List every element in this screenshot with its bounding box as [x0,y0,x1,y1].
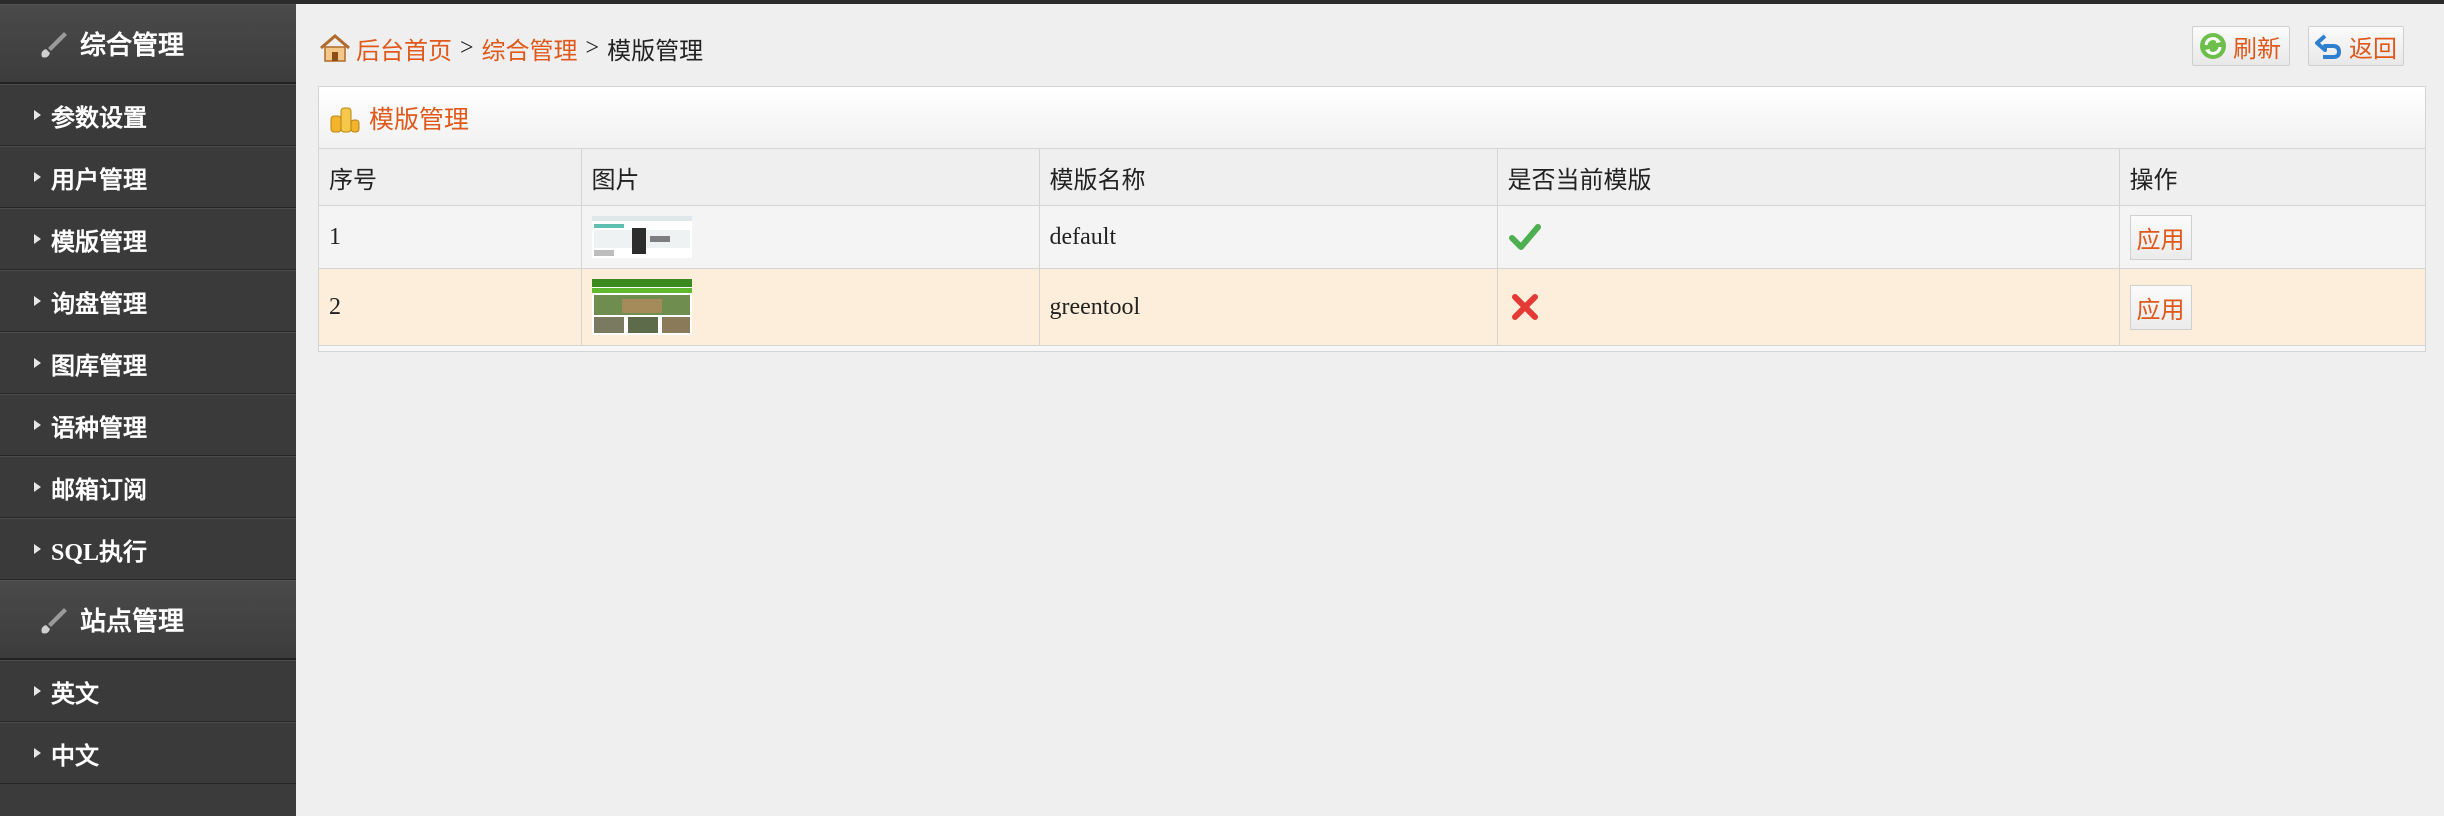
sidebar-item-label: 用户管理 [51,167,147,194]
refresh-label: 刷新 [2233,36,2281,63]
sidebar-section-sites[interactable]: 站点管理 [0,580,296,660]
brush-icon [41,31,67,57]
caret-right-icon [34,110,41,120]
panel-title: 模版管理 [369,106,470,134]
template-table: 序号 图片 模版名称 是否当前模版 操作 1 default 应用 2 gree… [319,149,2425,346]
sidebar-item-sql[interactable]: SQL执行 [0,518,296,580]
back-label: 返回 [2349,36,2397,63]
row-current-cell [1497,268,2120,346]
sidebar-item-languages[interactable]: 语种管理 [0,394,296,456]
breadcrumb-separator: > [585,34,600,61]
row-index: 1 [319,205,582,269]
sidebar-item-label: 参数设置 [51,105,147,132]
caret-right-icon [34,358,41,368]
sidebar-section-title: 综合管理 [80,31,185,60]
sidebar-item-users[interactable]: 用户管理 [0,146,296,208]
caret-right-icon [34,420,41,430]
breadcrumb-section-link[interactable]: 综合管理 [482,31,578,66]
sidebar-item-english[interactable]: 英文 [0,660,296,722]
row-action-cell: 应用 [2119,205,2425,269]
sidebar-item-label: 中文 [51,743,99,770]
refresh-button[interactable]: 刷新 [2192,26,2290,66]
sidebar-item-mail-subscribe[interactable]: 邮箱订阅 [0,456,296,518]
panel-header: 模版管理 [319,87,2425,149]
refresh-icon [2200,33,2226,59]
sidebar-item-label: SQL执行 [51,539,148,566]
sidebar-item-label: 语种管理 [51,415,147,442]
template-panel: 模版管理 序号 图片 模版名称 是否当前模版 操作 1 default 应用 2… [318,86,2426,352]
row-thumbnail-cell [581,268,1040,346]
row-current-cell [1497,205,2120,269]
sidebar-item-gallery[interactable]: 图库管理 [0,332,296,394]
row-thumbnail-cell [581,205,1040,269]
sidebar-item-templates[interactable]: 模版管理 [0,208,296,270]
column-header-index: 序号 [319,149,582,206]
column-header-image: 图片 [581,149,1040,206]
back-arrow-icon [2315,34,2341,59]
breadcrumb-home-link[interactable]: 后台首页 [356,31,452,66]
sidebar-item-label: 英文 [51,681,99,708]
caret-right-icon [34,234,41,244]
sidebar-item-label: 邮箱订阅 [51,477,147,504]
checkmark-icon [1508,224,1541,250]
caret-right-icon [34,172,41,182]
breadcrumb-separator: > [460,34,474,61]
row-template-name: default [1039,205,1498,269]
table-row: 2 greentool 应用 [319,268,2425,346]
back-button[interactable]: 返回 [2308,26,2404,66]
column-header-current: 是否当前模版 [1497,149,2120,206]
cross-icon [1511,294,1538,320]
column-header-action: 操作 [2119,149,2425,206]
row-action-cell: 应用 [2119,268,2425,346]
breadcrumb-current: 模版管理 [607,38,704,65]
sidebar-item-chinese[interactable]: 中文 [0,722,296,784]
template-thumbnail-image[interactable] [591,279,692,335]
table-row: 1 default 应用 [319,205,2425,269]
table-header-row: 序号 图片 模版名称 是否当前模版 操作 [319,149,2425,206]
sidebar: 综合管理 参数设置 用户管理 模版管理 询盘管理 图库管理 语种管理 邮箱订阅 … [0,4,296,816]
sidebar-section-general[interactable]: 综合管理 [0,4,296,84]
column-header-name: 模版名称 [1039,149,1498,206]
caret-right-icon [34,544,41,554]
home-icon [320,34,350,62]
caret-right-icon [34,296,41,306]
row-template-name: greentool [1039,268,1498,346]
caret-right-icon [34,748,41,758]
brush-icon [41,607,67,633]
row-index: 2 [319,268,582,346]
sidebar-item-inquiries[interactable]: 询盘管理 [0,270,296,332]
sidebar-section-title: 站点管理 [80,607,185,636]
main-content: 后台首页 > 综合管理 > 模版管理 刷新 返回 模版管理 序号 图片 模版名称… [296,4,2444,816]
breadcrumb: 后台首页 > 综合管理 > 模版管理 [318,28,703,68]
template-thumbnail-image[interactable] [591,216,692,258]
coins-icon [330,107,360,132]
sidebar-item-label: 询盘管理 [51,291,147,318]
sidebar-item-label: 图库管理 [51,353,147,380]
sidebar-item-label: 模版管理 [51,229,147,256]
caret-right-icon [34,686,41,696]
caret-right-icon [34,482,41,492]
apply-button[interactable]: 应用 [2129,284,2192,330]
apply-button[interactable]: 应用 [2129,214,2192,260]
sidebar-item-params[interactable]: 参数设置 [0,84,296,146]
